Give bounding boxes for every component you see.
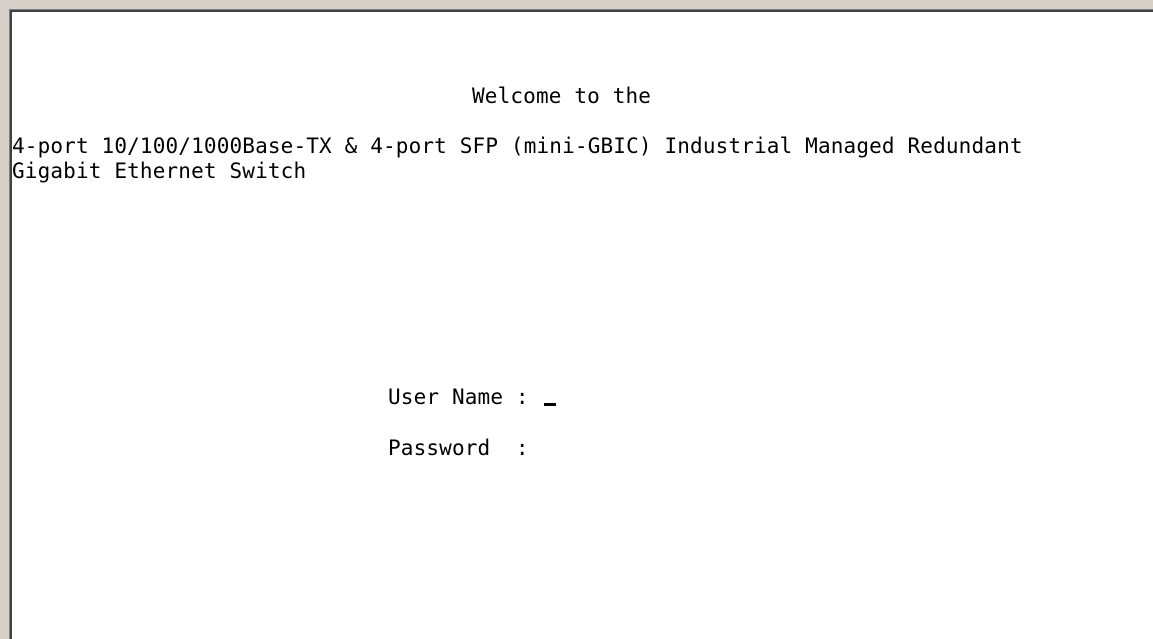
window-frame: Welcome to the 4-port 10/100/1000Base-TX… [0,0,1153,639]
product-description-line-2: Gigabit Ethernet Switch [12,159,307,183]
frame-left-edge [0,0,10,639]
password-row: Password : [388,436,529,460]
username-label: User Name : [388,385,542,409]
text-cursor [543,403,556,406]
username-row: User Name : [388,385,556,409]
password-label: Password : [388,436,529,460]
welcome-message: Welcome to the [472,84,652,108]
frame-top-edge [0,0,1153,10]
product-description-line-1: 4-port 10/100/1000Base-TX & 4-port SFP (… [12,134,1023,158]
terminal-screen[interactable]: Welcome to the 4-port 10/100/1000Base-TX… [9,9,1153,639]
